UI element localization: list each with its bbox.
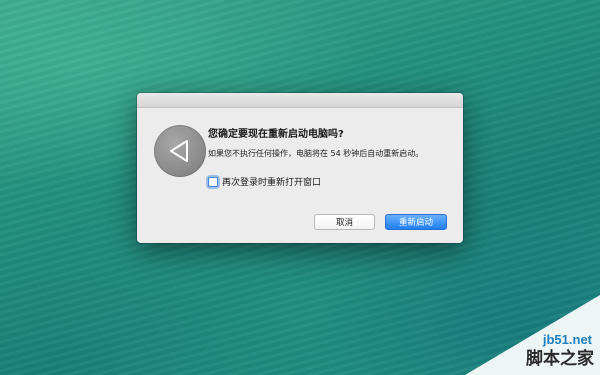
reopen-windows-checkbox[interactable] xyxy=(208,176,218,187)
site-watermark: jb51.net 脚本之家 xyxy=(465,295,600,375)
dialog-titlebar[interactable] xyxy=(137,93,463,108)
restart-button[interactable]: 重新启动 xyxy=(385,214,447,230)
reopen-windows-label[interactable]: 再次登录时重新打开窗口 xyxy=(222,175,321,188)
watermark-name: 脚本之家 xyxy=(526,349,594,369)
dialog-title: 您确定要现在重新启动电脑吗? xyxy=(208,129,344,140)
reopen-windows-option[interactable]: 再次登录时重新打开窗口 xyxy=(208,175,321,188)
dialog-message: 如果您不执行任何操作，电脑将在 54 秒钟后自动重新启动。 xyxy=(208,149,424,158)
restart-arrow-icon xyxy=(154,125,206,177)
restart-dialog: 您确定要现在重新启动电脑吗? 如果您不执行任何操作，电脑将在 54 秒钟后自动重… xyxy=(137,93,463,243)
cancel-button[interactable]: 取消 xyxy=(314,214,375,230)
